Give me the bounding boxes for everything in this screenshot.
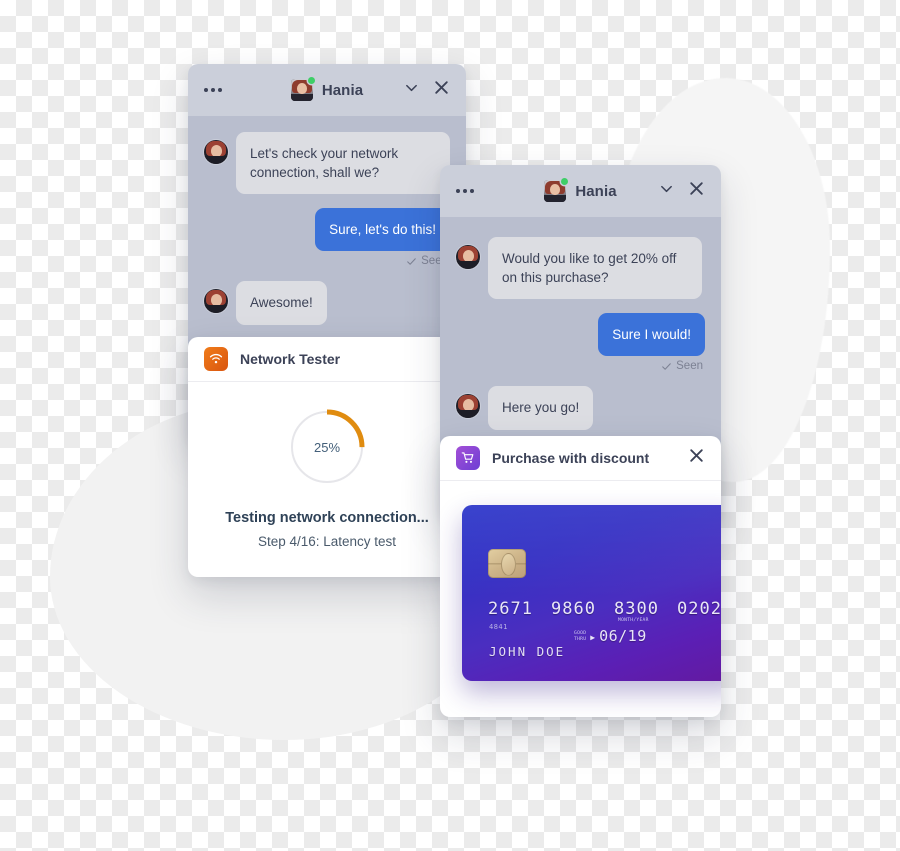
more-horizontal-icon[interactable] (204, 88, 222, 92)
message-bubble-incoming: Let's check your network connection, sha… (236, 132, 450, 195)
wifi-icon (204, 347, 228, 371)
network-tester-status-title: Testing network connection... (225, 510, 429, 526)
card-number-group-4: 0202 (677, 599, 721, 619)
chevron-down-icon[interactable] (404, 80, 419, 100)
online-status-icon (307, 77, 315, 84)
chat-header-back: Hania (188, 64, 466, 116)
progress-ring: 25% (288, 408, 366, 486)
message-row: Let's check your network connection, sha… (204, 132, 450, 195)
purchase-panel-header: Purchase with discount (440, 436, 721, 481)
avatar (456, 394, 480, 419)
card-chip-icon (488, 549, 526, 578)
message-bubble-outgoing: Sure, let's do this! (315, 208, 450, 252)
avatar (290, 77, 315, 101)
online-status-icon (561, 178, 569, 185)
check-icon (407, 258, 416, 265)
purchase-panel-title: Purchase with discount (492, 450, 650, 466)
purchase-panel: Purchase with discount 2671 9860 8300 02… (440, 436, 721, 717)
avatar (204, 289, 228, 314)
message-row: Sure, let's do this! (204, 208, 450, 252)
chevron-down-icon[interactable] (659, 181, 674, 201)
check-icon (662, 363, 671, 370)
close-icon[interactable] (688, 447, 705, 469)
chat-contact-name: Hania (321, 81, 364, 99)
close-icon[interactable] (433, 79, 450, 101)
message-row: Would you like to get 20% off on this pu… (456, 237, 705, 300)
message-bubble-incoming: Awesome! (236, 281, 327, 325)
card-sub-number: 4841 (489, 623, 508, 631)
read-receipt: Seen (204, 255, 450, 267)
message-bubble-incoming: Here you go! (488, 386, 594, 430)
message-bubble-incoming: Would you like to get 20% off on this pu… (488, 237, 702, 300)
read-receipt-label: Seen (676, 360, 703, 373)
network-tester-panel: Network Tester 25% Testing network conne… (188, 337, 466, 577)
message-row: Sure I would! (456, 313, 705, 357)
chat-contact-name: Hania (575, 182, 617, 200)
card-thru-label: THRU (574, 636, 587, 642)
triangle-right-icon: ▶ (590, 633, 596, 642)
credit-card[interactable]: 2671 9860 8300 0202 4841 MONTH/YEAR GOOD… (462, 505, 721, 681)
card-number-group-3: 8300 (614, 599, 659, 619)
card-holder-name: JOHN DOE (489, 644, 566, 659)
message-bubble-outgoing: Sure I would! (598, 313, 705, 357)
card-number-group-1: 2671 (488, 599, 533, 619)
network-tester-status-step: Step 4/16: Latency test (257, 534, 397, 549)
card-number-group-2: 9860 (551, 599, 596, 619)
more-horizontal-icon[interactable] (456, 189, 474, 193)
message-row: Here you go! (456, 386, 705, 430)
avatar (544, 178, 569, 202)
cart-icon (456, 446, 480, 470)
network-tester-header: Network Tester (188, 337, 466, 382)
close-icon[interactable] (688, 180, 705, 202)
avatar (456, 245, 480, 269)
credit-card-area: 2671 9860 8300 0202 4841 MONTH/YEAR GOOD… (440, 481, 721, 717)
card-expiry-block: MONTH/YEAR GOOD THRU ▶ 06/19 (574, 618, 648, 645)
network-tester-title: Network Tester (240, 351, 341, 367)
chat-header-front: Hania (440, 165, 721, 217)
read-receipt: Seen (456, 360, 705, 372)
card-goodthru-label: GOOD THRU (574, 631, 586, 645)
card-monthyear-label: MONTH/YEAR (618, 618, 649, 623)
avatar (204, 140, 228, 164)
card-expiry-value: 06/19 (599, 627, 647, 645)
message-row: Awesome! (204, 281, 450, 325)
card-number: 2671 9860 8300 0202 (488, 599, 721, 619)
progress-percent-label: 25% (313, 439, 341, 455)
network-tester-body: 25% Testing network connection... Step 4… (188, 382, 466, 577)
